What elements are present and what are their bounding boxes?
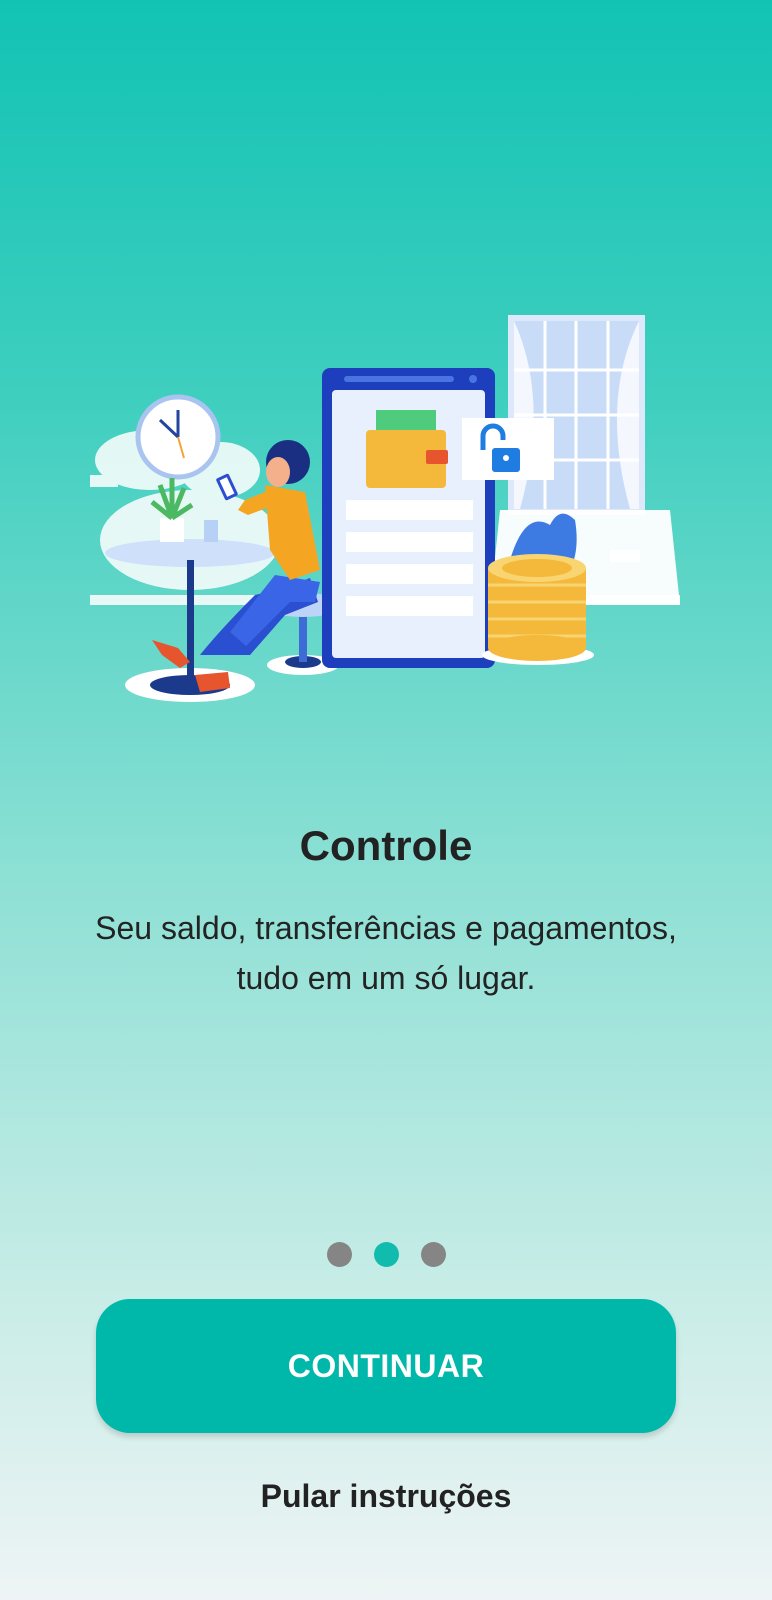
page-dot-1[interactable] [326,1242,352,1267]
page-dot-2-active[interactable] [373,1242,399,1267]
onboarding-illustration [80,310,700,730]
wallet-icon [366,410,448,488]
page-dot-3[interactable] [420,1242,446,1267]
coins-icon [482,554,594,665]
skip-instructions-link[interactable]: Pular instruções [0,1478,772,1515]
unlock-icon [462,418,554,480]
page-indicator [0,1242,772,1267]
page-title: Controle [299,822,473,869]
page-subtitle: Seu saldo, transferências e pagamentos, … [95,910,677,996]
glass-icon [204,520,218,542]
continue-button[interactable]: CONTINUAR [96,1299,676,1433]
clock-icon [135,394,221,480]
